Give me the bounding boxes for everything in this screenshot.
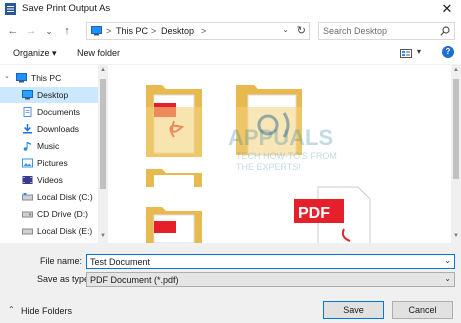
cd-drive-icon	[22, 211, 33, 218]
new-folder-button[interactable]: New folder	[77, 48, 120, 58]
breadcrumb-separator: >	[106, 26, 112, 36]
computer-icon	[91, 26, 102, 36]
watermark-tagline: THE EXPERTS!	[236, 162, 301, 172]
appuals-watermark: APPUALS TECH HOW-TO'S FROM THE EXPERTS!	[228, 125, 428, 205]
sidebar-item-pictures[interactable]: Pictures	[0, 155, 98, 171]
scrollbar-thumb[interactable]	[100, 79, 106, 189]
save-as-type-dropdown-icon[interactable]: ⌄	[444, 274, 451, 283]
view-options-icon[interactable]	[400, 49, 412, 58]
back-button[interactable]: ←	[6, 24, 20, 38]
sidebar-item-music[interactable]: Music	[0, 138, 98, 154]
sidebar-item-label: Documents	[37, 107, 80, 117]
navigation-pane: ⌄ This PC Desktop Documents Downloads Mu…	[0, 65, 108, 243]
file-name-label: File name:	[40, 256, 83, 266]
window-title: Save Print Output As	[22, 3, 111, 14]
expand-chevron-icon[interactable]: ⌄	[4, 72, 10, 80]
scrollbar-thumb[interactable]	[453, 79, 459, 179]
address-dropdown-icon[interactable]: ⌄	[282, 25, 289, 34]
word-app-icon	[5, 3, 16, 15]
breadcrumb-separator: >	[151, 26, 157, 36]
sidebar-item-label: Pictures	[37, 158, 68, 168]
chevron-up-icon: ⌃	[8, 305, 15, 314]
organize-menu[interactable]: Organize ▾	[13, 48, 57, 59]
watermark-brand: APPUALS	[228, 125, 334, 150]
scroll-down-icon[interactable]: ▼	[99, 233, 107, 239]
sidebar-item-label: CD Drive (D:)	[37, 209, 88, 219]
close-button[interactable]: ✕	[437, 1, 457, 16]
forward-button[interactable]: →	[24, 24, 38, 38]
sidebar-item-local-disk-c[interactable]: Local Disk (C:)	[0, 189, 98, 205]
sidebar-item-label: Local Disk (E:)	[37, 226, 93, 236]
help-icon[interactable]: ?	[442, 46, 454, 58]
sidebar-item-label: Videos	[37, 175, 63, 185]
watermark-tagline: TECH HOW-TO'S FROM	[236, 151, 337, 161]
sidebar-item-label: Downloads	[37, 124, 80, 134]
sidebar-item-cd-drive-d[interactable]: CD Drive (D:)	[0, 206, 98, 222]
save-as-type-label: Save as type:	[37, 274, 92, 284]
address-bar[interactable]: > This PC > Desktop > ⌄ ↻	[86, 22, 310, 40]
downloads-icon	[23, 124, 32, 134]
breadcrumb-desktop[interactable]: Desktop	[161, 26, 194, 36]
scroll-down-icon[interactable]: ▼	[452, 233, 460, 239]
save-as-type-select[interactable]: PDF Document (*.pdf) ⌄	[86, 272, 455, 287]
drive-icon	[22, 228, 33, 235]
sidebar-item-videos[interactable]: Videos	[0, 172, 98, 188]
sidebar-item-local-disk-e[interactable]: Local Disk (E:)	[0, 223, 98, 239]
sidebar-item-desktop[interactable]: Desktop	[0, 87, 98, 103]
drive-icon	[22, 193, 33, 201]
sidebar-item-label: Music	[37, 141, 60, 151]
recent-locations-button[interactable]: ⌄	[42, 24, 56, 38]
navigation-bar: ← → ⌄ ↑ > This PC > Desktop > ⌄ ↻ Search…	[0, 18, 461, 44]
file-name-value[interactable]: Test Document	[90, 257, 150, 267]
folder-icon[interactable]	[144, 203, 204, 243]
sidebar-item-label: Desktop	[37, 90, 69, 100]
breadcrumb-this-pc[interactable]: This PC	[116, 26, 148, 36]
save-button[interactable]: Save	[323, 301, 384, 319]
documents-icon	[23, 107, 32, 117]
search-input[interactable]: Search Desktop	[323, 26, 387, 36]
pictures-icon	[22, 158, 33, 168]
search-box[interactable]: Search Desktop	[318, 22, 455, 40]
scroll-up-icon[interactable]: ▲	[99, 67, 107, 73]
hide-folders-label: Hide Folders	[21, 306, 73, 316]
content-scrollbar[interactable]: ▲ ▼	[451, 65, 461, 243]
computer-icon	[16, 73, 27, 83]
sidebar-scrollbar[interactable]: ▲ ▼	[98, 65, 108, 243]
folder-with-pdf-icon[interactable]	[144, 77, 204, 187]
up-button[interactable]: ↑	[60, 24, 74, 38]
view-dropdown-icon[interactable]: ▾	[417, 47, 421, 56]
breadcrumb-separator: >	[201, 26, 207, 36]
sidebar-item-label: Local Disk (C:)	[37, 192, 93, 202]
sidebar-item-downloads[interactable]: Downloads	[0, 121, 98, 137]
save-as-type-value[interactable]: PDF Document (*.pdf)	[90, 275, 179, 285]
videos-icon	[22, 176, 33, 184]
title-bar: Save Print Output As ✕	[0, 0, 461, 18]
sidebar-item-documents[interactable]: Documents	[0, 104, 98, 120]
search-icon	[440, 26, 450, 36]
pdf-badge-label: PDF	[298, 205, 330, 222]
refresh-button[interactable]: ↻	[297, 24, 306, 37]
scroll-up-icon[interactable]: ▲	[452, 67, 460, 73]
file-name-dropdown-icon[interactable]: ⌄	[444, 256, 451, 265]
desktop-icon	[22, 90, 33, 100]
save-form: File name: Test Document ⌄ Save as type:…	[0, 243, 461, 323]
command-toolbar: Organize ▾ New folder ▾ ?	[0, 44, 461, 65]
music-icon	[23, 142, 31, 151]
sidebar-item-label: This PC	[31, 73, 62, 83]
file-list-pane[interactable]: PDF APPUALS TECH HOW-TO'S FROM THE EXPER…	[108, 65, 451, 243]
sidebar-item-this-pc[interactable]: ⌄ This PC	[0, 70, 98, 86]
file-name-field[interactable]: Test Document ⌄	[86, 254, 455, 269]
cancel-button[interactable]: Cancel	[392, 301, 453, 319]
